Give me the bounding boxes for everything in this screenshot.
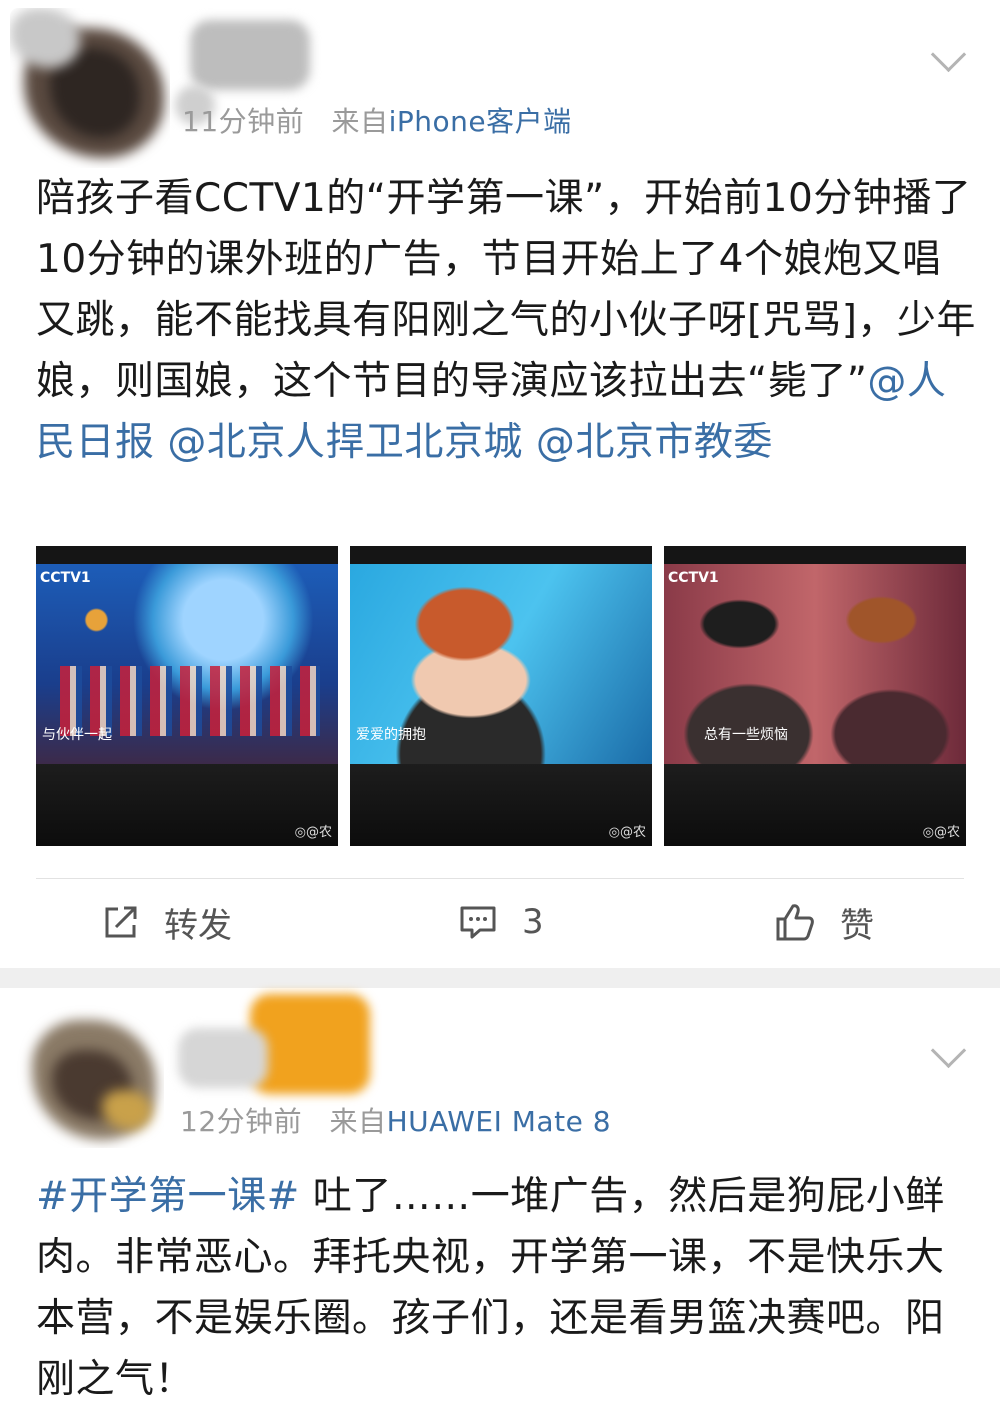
mention-link[interactable]: @北京人捍卫北京城	[167, 420, 523, 465]
post-text: #开学第一课# 吐了……一堆广告，然后是狗屁小鲜肉。非常恶心。拜托央视，开学第一…	[36, 1166, 976, 1410]
feed-separator	[0, 968, 1000, 988]
username-redacted[interactable]	[250, 994, 370, 1094]
comment-button[interactable]: 3	[458, 894, 544, 950]
source-client[interactable]: iPhone客户端	[389, 105, 572, 138]
watermark: @农	[933, 825, 960, 840]
watermark: @农	[619, 825, 646, 840]
post-image[interactable]: 爱爱的拥抱 ◎@农	[350, 546, 652, 846]
post-text: 陪孩子看CCTV1的“开学第一课”，开始前10分钟播了10分钟的课外班的广告，节…	[36, 168, 976, 473]
image-caption: 总有一些烦恼	[704, 727, 788, 743]
like-label: 赞	[840, 905, 874, 946]
comment-icon	[460, 906, 496, 939]
post-image[interactable]: CCTV1 总有一些烦恼 ◎@农	[664, 546, 966, 846]
mention-link[interactable]: @北京市教委	[536, 420, 773, 465]
channel-logo: CCTV1	[40, 570, 91, 586]
image-caption: 爱爱的拥抱	[356, 727, 426, 743]
channel-logo: CCTV1	[668, 570, 719, 586]
username-redacted	[178, 1028, 268, 1088]
weibo-icon: ◎@农	[608, 825, 646, 840]
post-meta: 11分钟前 来自iPhone客户端	[182, 100, 572, 140]
like-button[interactable]: 赞	[774, 894, 874, 950]
tv-bezel	[350, 764, 652, 846]
tv-bezel	[36, 764, 338, 846]
post-body: 陪孩子看CCTV1的“开学第一课”，开始前10分钟播了10分钟的课外班的广告，节…	[36, 176, 976, 404]
repost-button[interactable]: 转发	[102, 894, 232, 950]
like-icon	[776, 904, 814, 941]
tv-bezel	[664, 764, 966, 846]
watermark: @农	[305, 825, 332, 840]
chevron-down-icon[interactable]	[930, 36, 967, 73]
source-prefix: 来自	[329, 1105, 387, 1138]
post-image[interactable]: CCTV1 与伙伴一起 ◎@农	[36, 546, 338, 846]
post-time: 11分钟前	[182, 105, 305, 138]
repost-icon	[105, 906, 137, 938]
divider	[36, 878, 964, 879]
weibo-icon: ◎@农	[922, 825, 960, 840]
avatar[interactable]	[12, 1000, 164, 1148]
weibo-post: 11分钟前 来自iPhone客户端 陪孩子看CCTV1的“开学第一课”，开始前1…	[0, 0, 1000, 968]
post-time: 12分钟前	[180, 1105, 303, 1138]
chevron-down-icon[interactable]	[930, 1032, 967, 1069]
repost-label: 转发	[164, 905, 232, 946]
source-client[interactable]: HUAWEI Mate 8	[387, 1105, 611, 1138]
post-meta: 12分钟前 来自HUAWEI Mate 8	[180, 1100, 611, 1140]
comment-count: 3	[522, 902, 544, 942]
image-caption: 与伙伴一起	[42, 727, 112, 743]
source-prefix: 来自	[331, 105, 389, 138]
hashtag-link[interactable]: #开学第一课#	[36, 1174, 300, 1219]
avatar[interactable]	[10, 8, 170, 168]
username-redacted[interactable]	[190, 20, 310, 90]
weibo-post: 12分钟前 来自HUAWEI Mate 8 #开学第一课# 吐了……一堆广告，然…	[0, 988, 1000, 1410]
weibo-icon: ◎@农	[294, 825, 332, 840]
